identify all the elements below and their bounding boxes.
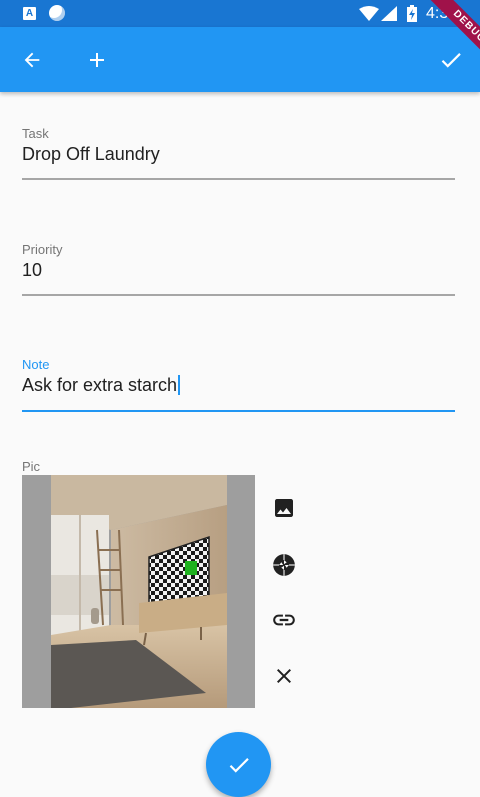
task-field[interactable]: Task Drop Off Laundry	[22, 126, 455, 182]
status-time: 4:32	[426, 5, 458, 22]
status-bar: A 4:32	[0, 0, 480, 27]
priority-field[interactable]: Priority 10	[22, 242, 455, 298]
gallery-button[interactable]	[271, 495, 297, 521]
back-button[interactable]	[19, 47, 45, 73]
note-field[interactable]: Note Ask for extra starch	[22, 357, 455, 413]
note-underline	[22, 410, 455, 412]
signal-icon	[381, 6, 397, 21]
wifi-icon	[359, 6, 379, 21]
plus-icon	[90, 53, 104, 67]
close-icon	[277, 669, 291, 683]
app-bar	[0, 27, 480, 92]
image-icon	[275, 499, 293, 517]
note-label: Note	[22, 357, 50, 372]
pic-label: Pic	[22, 459, 41, 474]
note-input[interactable]: Ask for extra starch	[22, 375, 177, 395]
battery-icon	[407, 5, 417, 22]
remove-pic-button[interactable]	[271, 663, 297, 689]
pic-preview	[22, 475, 255, 708]
circle-icon	[49, 5, 65, 21]
priority-label: Priority	[22, 242, 63, 257]
note-input-wrap[interactable]: Ask for extra starch	[22, 375, 455, 399]
link-icon	[273, 614, 295, 626]
task-underline	[22, 178, 455, 180]
text-caret	[178, 375, 181, 395]
app-a-icon: A	[23, 7, 36, 20]
task-input[interactable]: Drop Off Laundry	[22, 144, 455, 168]
priority-input[interactable]: 10	[22, 260, 455, 284]
link-button[interactable]	[271, 607, 297, 633]
add-button[interactable]	[84, 47, 110, 73]
save-fab[interactable]	[206, 732, 271, 797]
room-photo	[51, 475, 227, 708]
task-label: Task	[22, 126, 49, 141]
camera-button[interactable]	[271, 552, 297, 578]
check-icon	[441, 53, 461, 68]
priority-underline	[22, 294, 455, 296]
camera-shutter-icon	[273, 554, 295, 576]
back-arrow-icon	[24, 52, 40, 68]
confirm-button[interactable]	[438, 47, 464, 73]
check-icon	[229, 757, 249, 773]
